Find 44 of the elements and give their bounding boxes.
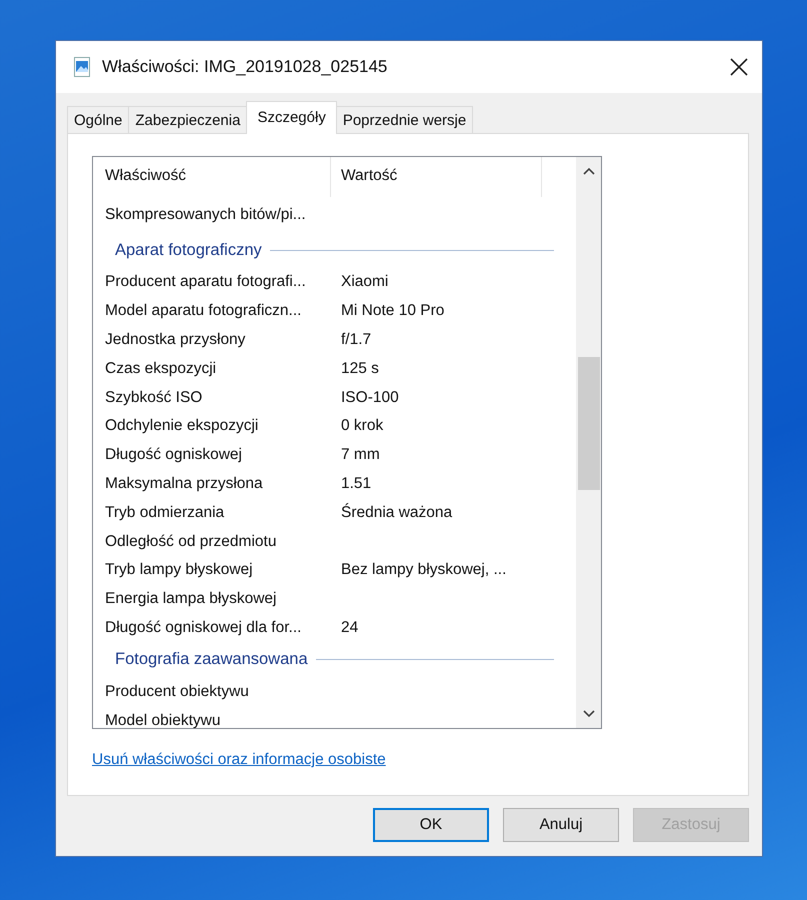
property-name: Energia lampa błyskowej xyxy=(104,590,278,608)
property-name: Jednostka przysłony xyxy=(104,330,246,349)
property-name: Producent aparatu fotografi... xyxy=(104,273,307,292)
property-value: Bez lampy błyskowej, ... xyxy=(340,561,506,580)
property-name: Długość ogniskowej xyxy=(104,446,243,464)
property-name: Odległość od przedmiotu xyxy=(104,532,278,551)
property-value: Średnia ważona xyxy=(340,504,452,522)
property-name: Skompresowanych bitów/pi... xyxy=(104,206,307,224)
property-name: Model aparatu fotograficzn... xyxy=(104,302,302,320)
property-value: Mi Note 10 Pro xyxy=(340,302,444,320)
tab[interactable]: Ogólne xyxy=(67,106,130,133)
remove-properties-link[interactable]: Usuń właściwości oraz informacje osobiste xyxy=(92,751,386,769)
group-header[interactable]: Fotografia zaawansowana xyxy=(115,650,308,670)
property-value: Xiaomi xyxy=(340,273,388,292)
property-value: f/1.7 xyxy=(340,330,372,349)
property-value: ISO-100 xyxy=(340,388,399,407)
group-header[interactable]: Aparat fotograficzny xyxy=(115,241,262,260)
property-name: Długość ogniskowej dla for... xyxy=(104,618,302,637)
image-file-icon xyxy=(74,57,90,77)
property-name: Odchylenie ekspozycji xyxy=(104,417,260,436)
scrollbar[interactable] xyxy=(576,157,601,728)
property-value: 1.51 xyxy=(340,474,372,493)
property-value: 24 xyxy=(340,618,358,637)
column-header[interactable]: Wartość xyxy=(331,157,542,197)
scrollbar-thumb[interactable] xyxy=(578,357,600,490)
property-name: Model obiektywu xyxy=(104,712,222,728)
property-name: Szybkość ISO xyxy=(104,388,204,407)
property-name: Tryb odmierzania xyxy=(104,504,226,522)
tab[interactable]: Szczegóły xyxy=(246,101,337,134)
close-icon[interactable] xyxy=(730,58,748,76)
property-value: 125 s xyxy=(340,360,379,378)
dialog-button[interactable]: Anuluj xyxy=(503,808,619,842)
dialog-button[interactable]: OK xyxy=(373,808,489,842)
property-name: Czas ekspozycji xyxy=(104,360,218,378)
property-name: Producent obiektywu xyxy=(104,682,250,701)
scroll-up-icon[interactable] xyxy=(582,167,594,175)
tab[interactable]: Poprzednie wersje xyxy=(336,106,474,133)
property-name: Tryb lampy błyskowej xyxy=(104,561,254,580)
property-value: 7 mm xyxy=(340,446,380,464)
property-name: Maksymalna przysłona xyxy=(104,474,264,493)
window-title: Właściwości: IMG_20191028_025145 xyxy=(102,57,388,77)
property-value: 0 krok xyxy=(340,417,384,436)
scroll-down-icon[interactable] xyxy=(582,710,594,718)
column-header[interactable]: Właściwość xyxy=(93,157,331,197)
